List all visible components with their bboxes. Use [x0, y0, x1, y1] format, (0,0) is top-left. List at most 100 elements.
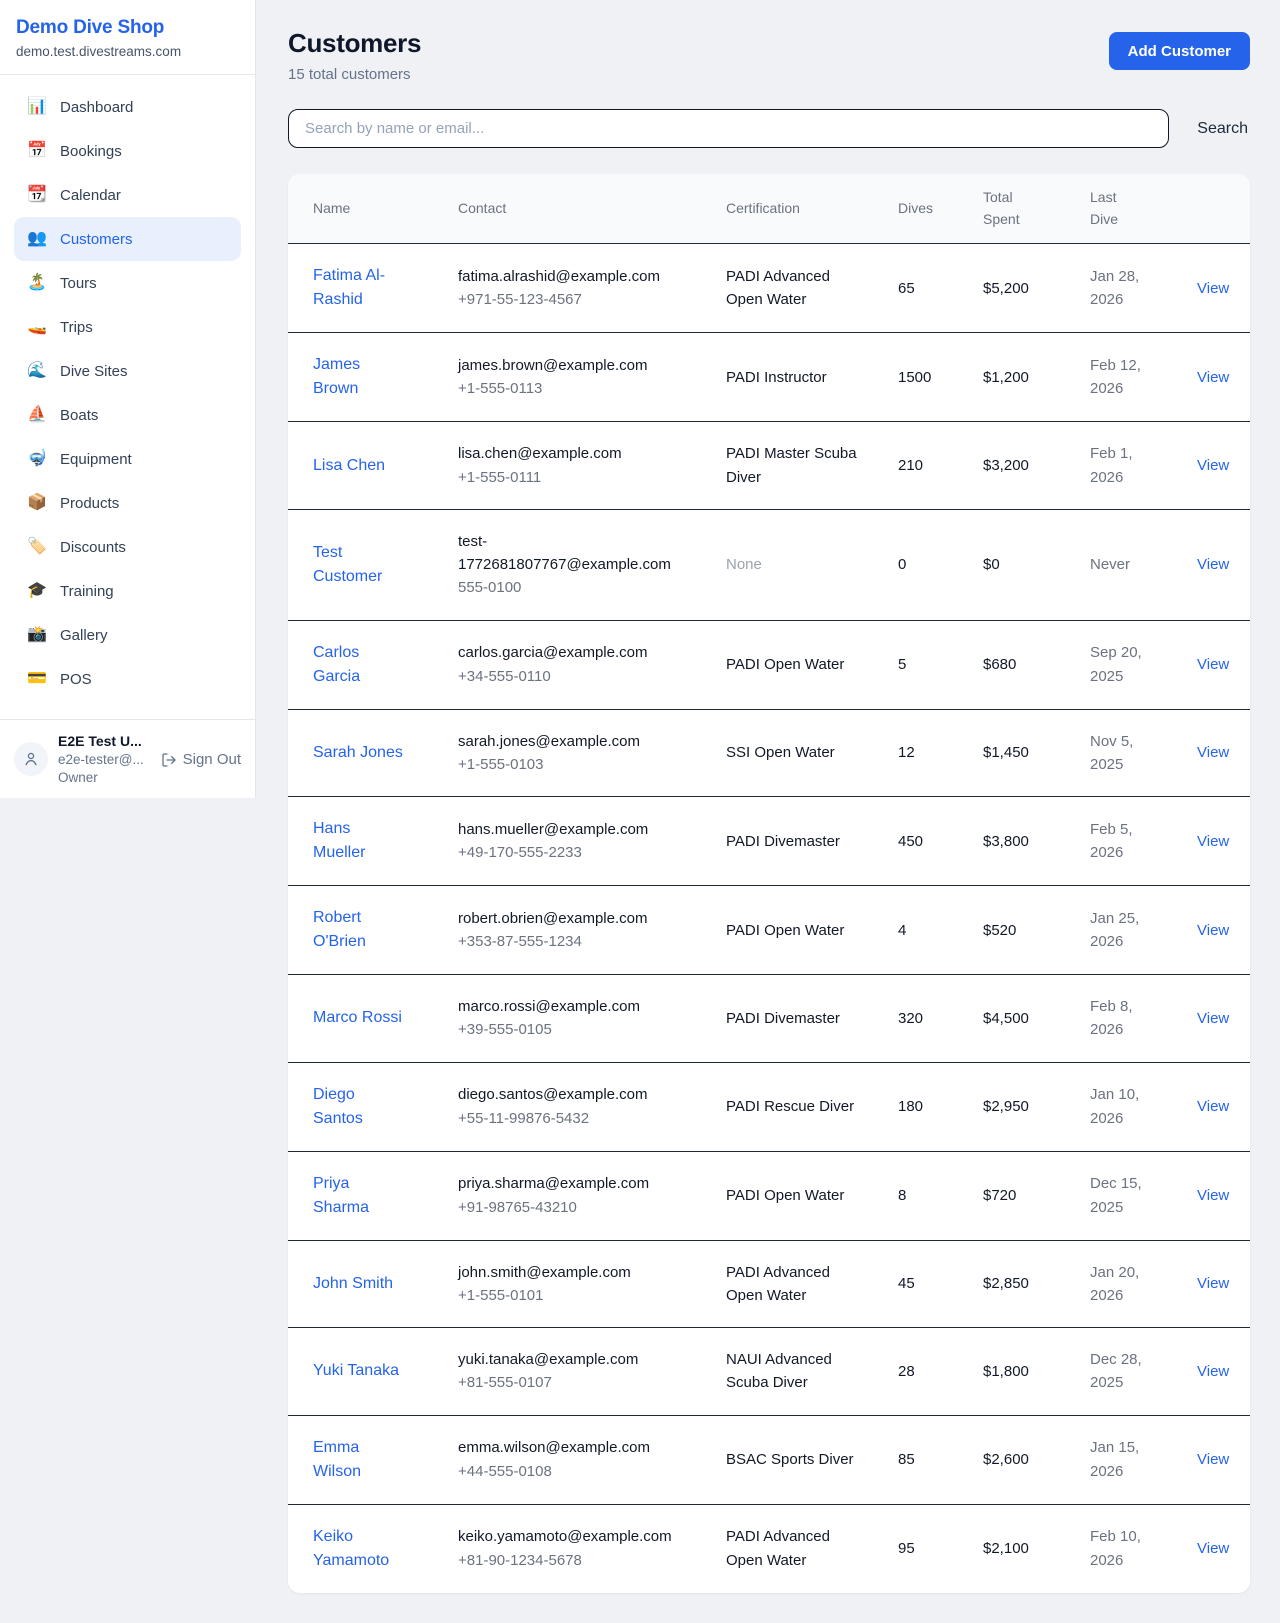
customer-phone: +971-55-123-4567: [458, 288, 694, 311]
table-row: Marco Rossi marco.rossi@example.com +39-…: [288, 975, 1250, 1063]
customer-name-link[interactable]: Hans Mueller: [313, 817, 405, 865]
sidebar-item-boats[interactable]: ⛵ Boats: [14, 393, 241, 437]
customer-certification: PADI Master Scuba Diver: [710, 422, 882, 510]
calendar-icon: 📅: [26, 143, 48, 159]
user-info: E2E Test U... e2e-tester@... Sign Out: [58, 733, 241, 785]
credit-card-icon: 💳: [26, 671, 48, 687]
customer-email: lisa.chen@example.com: [458, 442, 673, 465]
customers-table: NameContactCertificationDivesTotal Spent…: [288, 174, 1250, 1593]
view-link[interactable]: View: [1197, 656, 1229, 673]
view-link[interactable]: View: [1197, 280, 1229, 297]
sidebar-item-gallery[interactable]: 📸 Gallery: [14, 613, 241, 657]
customer-certification: PADI Rescue Diver: [710, 1062, 882, 1151]
sidebar-item-discounts[interactable]: 🏷️ Discounts: [14, 525, 241, 569]
speedboat-icon: 🚤: [26, 319, 48, 335]
customer-dives: 0: [882, 509, 967, 620]
customer-last-dive: Never: [1074, 509, 1181, 620]
search-button[interactable]: Search: [1195, 116, 1250, 142]
customer-name-link[interactable]: Keiko Yamamoto: [313, 1525, 405, 1573]
customer-certification: PADI Open Water: [710, 620, 882, 709]
table-row: Priya Sharma priya.sharma@example.com +9…: [288, 1151, 1250, 1240]
sidebar-item-equipment[interactable]: 🤿 Equipment: [14, 437, 241, 481]
people-icon: 👥: [26, 231, 48, 247]
customer-certification: PADI Advanced Open Water: [710, 1240, 882, 1328]
sidebar-item-bookings[interactable]: 📅 Bookings: [14, 129, 241, 173]
view-link[interactable]: View: [1197, 1098, 1229, 1115]
customer-dives: 320: [882, 975, 967, 1063]
column-header: Contact: [442, 174, 710, 244]
package-icon: 📦: [26, 495, 48, 511]
sidebar-item-dive-sites[interactable]: 🌊 Dive Sites: [14, 349, 241, 393]
customer-name-link[interactable]: Sarah Jones: [313, 741, 403, 765]
view-link[interactable]: View: [1197, 744, 1229, 761]
sidebar-item-products[interactable]: 📦 Products: [14, 481, 241, 525]
table-row: James Brown james.brown@example.com +1-5…: [288, 333, 1250, 422]
customer-last-dive: Dec 15, 2025: [1074, 1151, 1181, 1240]
sidebar-item-training[interactable]: 🎓 Training: [14, 569, 241, 613]
customer-certification: BSAC Sports Diver: [710, 1415, 882, 1504]
customer-phone: +353-87-555-1234: [458, 930, 694, 953]
customer-name-link[interactable]: Emma Wilson: [313, 1436, 405, 1484]
app-root: Demo Dive Shop demo.test.divestreams.com…: [0, 0, 1280, 1623]
table-header: NameContactCertificationDivesTotal Spent…: [288, 174, 1250, 244]
view-link[interactable]: View: [1197, 369, 1229, 386]
sidebar-item-dashboard[interactable]: 📊 Dashboard: [14, 85, 241, 129]
customer-dives: 4: [882, 886, 967, 975]
customer-name-link[interactable]: Test Customer: [313, 541, 405, 589]
customer-name-link[interactable]: Lisa Chen: [313, 454, 385, 478]
sign-out-button[interactable]: Sign Out: [161, 751, 241, 768]
customer-phone: +1-555-0103: [458, 753, 694, 776]
customer-name-link[interactable]: Robert O'Brien: [313, 906, 405, 954]
sidebar-item-trips[interactable]: 🚤 Trips: [14, 305, 241, 349]
customer-last-dive: Jan 15, 2026: [1074, 1415, 1181, 1504]
sidebar-nav: 📊 Dashboard 📅 Bookings 📆 Calendar 👥 Cust…: [0, 75, 255, 719]
camera-icon: 📸: [26, 627, 48, 643]
customers-table-card: NameContactCertificationDivesTotal Spent…: [288, 174, 1250, 1593]
view-link[interactable]: View: [1197, 457, 1229, 474]
customer-last-dive: Feb 10, 2026: [1074, 1504, 1181, 1593]
customer-name-link[interactable]: John Smith: [313, 1272, 393, 1296]
customer-last-dive: Feb 1, 2026: [1074, 422, 1181, 510]
column-header: Dives: [882, 174, 967, 244]
customer-name-link[interactable]: Yuki Tanaka: [313, 1359, 399, 1383]
sidebar-item-customers[interactable]: 👥 Customers: [14, 217, 241, 261]
table-row: Fatima Al-Rashid fatima.alrashid@example…: [288, 244, 1250, 333]
column-header: Certification: [710, 174, 882, 244]
customer-dives: 180: [882, 1062, 967, 1151]
view-link[interactable]: View: [1197, 1275, 1229, 1292]
add-customer-button[interactable]: Add Customer: [1109, 32, 1250, 70]
sidebar-item-pos[interactable]: 💳 POS: [14, 657, 241, 701]
sidebar-user-section: E2E Test U... e2e-tester@... Sign Out: [0, 719, 255, 798]
customer-total-spent: $1,450: [967, 709, 1074, 797]
sidebar-item-tours[interactable]: 🏝️ Tours: [14, 261, 241, 305]
search-input[interactable]: [288, 109, 1169, 148]
shop-title: Demo Dive Shop: [16, 17, 239, 39]
customer-dives: 1500: [882, 333, 967, 422]
customer-name-link[interactable]: Diego Santos: [313, 1083, 405, 1131]
sidebar-item-calendar[interactable]: 📆 Calendar: [14, 173, 241, 217]
table-row: Hans Mueller hans.mueller@example.com +4…: [288, 797, 1250, 886]
customer-name-link[interactable]: Fatima Al-Rashid: [313, 264, 405, 312]
table-row: Robert O'Brien robert.obrien@example.com…: [288, 886, 1250, 975]
view-link[interactable]: View: [1197, 1540, 1229, 1557]
customer-name-link[interactable]: Marco Rossi: [313, 1006, 402, 1030]
customer-name-link[interactable]: James Brown: [313, 353, 405, 401]
total-customers-count: 15 total customers: [288, 66, 421, 83]
view-link[interactable]: View: [1197, 1187, 1229, 1204]
customer-name-link[interactable]: Carlos Garcia: [313, 641, 405, 689]
customer-dives: 12: [882, 709, 967, 797]
customer-name-link[interactable]: Priya Sharma: [313, 1172, 405, 1220]
view-link[interactable]: View: [1197, 556, 1229, 573]
diving-mask-icon: 🤿: [26, 451, 48, 467]
customer-total-spent: $4,500: [967, 975, 1074, 1063]
customer-dives: 450: [882, 797, 967, 886]
view-link[interactable]: View: [1197, 1363, 1229, 1380]
table-row: Carlos Garcia carlos.garcia@example.com …: [288, 620, 1250, 709]
customer-certification: PADI Divemaster: [710, 797, 882, 886]
customer-last-dive: Nov 5, 2025: [1074, 709, 1181, 797]
view-link[interactable]: View: [1197, 1451, 1229, 1468]
view-link[interactable]: View: [1197, 833, 1229, 850]
view-link[interactable]: View: [1197, 1010, 1229, 1027]
customer-total-spent: $680: [967, 620, 1074, 709]
view-link[interactable]: View: [1197, 922, 1229, 939]
